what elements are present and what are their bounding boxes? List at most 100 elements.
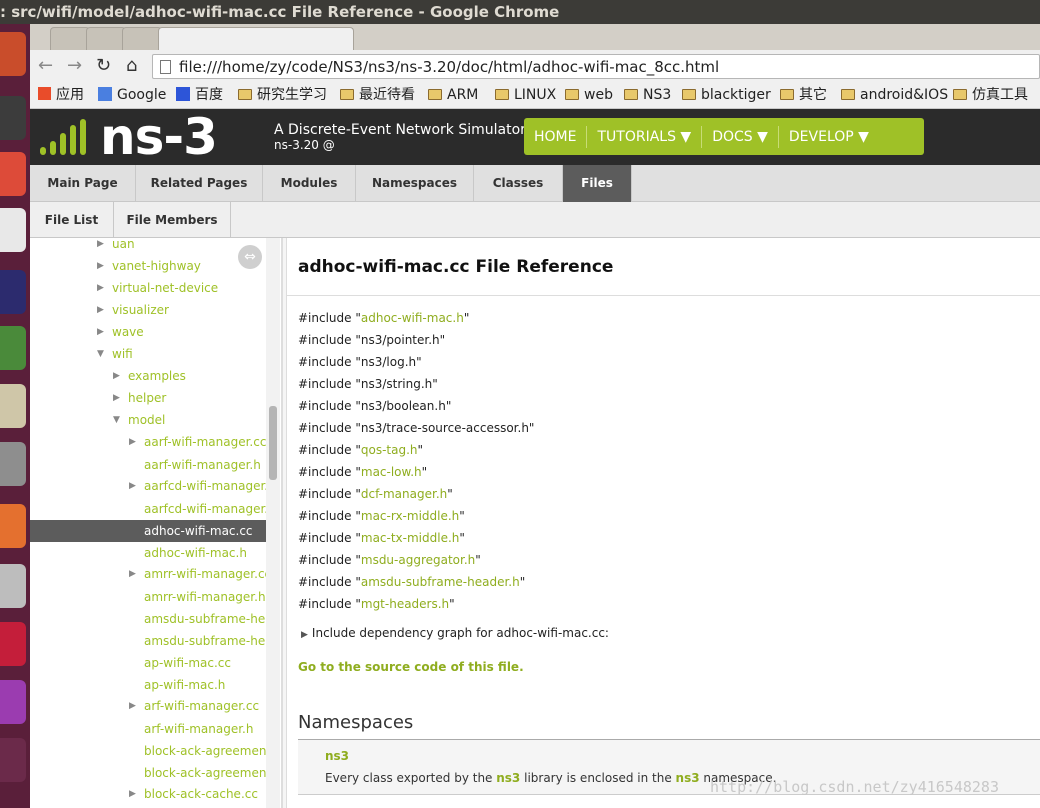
tree-item[interactable]: ▶aarfcd-wifi-manager.cc <box>30 475 266 497</box>
app-icon[interactable] <box>0 680 26 724</box>
tree-item-selected[interactable]: adhoc-wifi-mac.cc <box>30 520 266 542</box>
folder-icon <box>780 89 794 100</box>
include-link[interactable]: msdu-aggregator.h <box>361 553 475 567</box>
document-icon[interactable] <box>0 208 26 252</box>
tab-namespaces[interactable]: Namespaces <box>356 165 474 202</box>
tree-item[interactable]: ▶ arf-wifi-manager.cc <box>30 695 266 717</box>
include-line: #include "mac-rx-middle.h" <box>298 509 465 523</box>
tree-item[interactable]: aarf-wifi-manager.h <box>30 454 266 476</box>
tab-main-page[interactable]: Main Page <box>30 165 136 202</box>
dependency-graph-toggle[interactable]: ▶ Include dependency graph for adhoc-wifi… <box>301 626 609 640</box>
include-line: #include "qos-tag.h" <box>298 443 424 457</box>
wine-icon[interactable] <box>0 622 26 666</box>
tree-item[interactable]: block-ack-agreement.cc <box>30 740 266 762</box>
include-link[interactable]: amsdu-subframe-header.h <box>361 575 520 589</box>
tree-item[interactable]: amsdu-subframe-header.h <box>30 630 266 652</box>
tab-related-pages[interactable]: Related Pages <box>136 165 263 202</box>
menu-home[interactable]: HOME <box>524 125 588 148</box>
tab-file-list[interactable]: File List <box>30 202 114 238</box>
tree-item[interactable]: ▶ helper <box>30 387 266 409</box>
text-editor-icon[interactable] <box>0 384 26 428</box>
file-manager-icon[interactable] <box>0 442 26 486</box>
tree-item[interactable]: aarfcd-wifi-manager.h <box>30 498 266 520</box>
namespace-link[interactable]: ns3 <box>496 771 520 785</box>
bookmark-baidu[interactable]: 百度 <box>176 86 223 104</box>
tree-item[interactable]: amrr-wifi-manager.h <box>30 586 266 608</box>
bookmark-google[interactable]: Google <box>98 86 166 104</box>
bookmark-folder[interactable]: LINUX <box>495 86 556 104</box>
menu-tutorials[interactable]: TUTORIALS ▼ <box>587 125 703 148</box>
tree-item[interactable]: ▶ vanet-highway <box>30 255 266 277</box>
menu-docs[interactable]: DOCS ▼ <box>702 125 779 148</box>
chrome-icon[interactable] <box>0 152 26 196</box>
namespace-link[interactable]: ns3 <box>676 771 700 785</box>
tree-item[interactable]: ▶ virtual-net-device <box>30 277 266 299</box>
tree-item[interactable]: block-ack-agreement.h <box>30 762 266 784</box>
back-icon[interactable]: ← <box>38 55 53 77</box>
tab-ns3-active[interactable] <box>158 27 354 50</box>
menu-develop[interactable]: DEVELOP ▼ <box>779 126 879 148</box>
tab-weibo[interactable] <box>122 27 162 50</box>
bookmark-folder[interactable]: 仿真工具 <box>953 86 1028 104</box>
tree-item[interactable]: ▼ wifi <box>30 343 266 365</box>
tab-files[interactable]: Files <box>563 165 632 202</box>
tab-2[interactable] <box>86 27 126 50</box>
sync-icon[interactable]: ⇔ <box>238 245 262 269</box>
bookmark-folder[interactable]: blacktiger <box>682 86 771 104</box>
include-link[interactable]: mgt-headers.h <box>361 597 449 611</box>
scrollbar-thumb[interactable] <box>269 406 277 480</box>
tree-item[interactable]: ▶ examples <box>30 365 266 387</box>
software-center-icon[interactable] <box>0 504 26 548</box>
eclipse-icon[interactable] <box>0 270 26 314</box>
tree-item[interactable]: ▼ model <box>30 409 266 431</box>
bookmark-folder[interactable]: android&IOS <box>841 86 948 104</box>
tab-file-members[interactable]: File Members <box>114 202 231 238</box>
site-logo[interactable]: ns-3 <box>100 109 218 165</box>
bookmark-folder[interactable]: 研究生学习 <box>238 86 327 104</box>
include-link[interactable]: adhoc-wifi-mac.h <box>361 311 464 325</box>
include-link[interactable]: dcf-manager.h <box>361 487 447 501</box>
tree-item[interactable]: ▶ visualizer <box>30 299 266 321</box>
bookmark-folder[interactable]: NS3 <box>624 86 671 104</box>
tree-item[interactable]: ▶ amrr-wifi-manager.cc <box>30 563 266 585</box>
namespace-link[interactable]: ns3 <box>325 749 349 763</box>
tab-modules[interactable]: Modules <box>263 165 356 202</box>
nav-tree-scrollbar[interactable] <box>266 238 280 808</box>
include-line: #include "ns3/log.h" <box>298 355 422 369</box>
tree-item[interactable]: ap-wifi-mac.cc <box>30 652 266 674</box>
monitor-icon[interactable] <box>0 96 26 140</box>
include-link[interactable]: mac-low.h <box>361 465 422 479</box>
tree-item[interactable]: ▶ aarf-wifi-manager.cc <box>30 431 266 453</box>
include-link[interactable]: mac-rx-middle.h <box>361 509 459 523</box>
tree-item[interactable]: arf-wifi-manager.h <box>30 718 266 740</box>
tab-classes[interactable]: Classes <box>474 165 563 202</box>
include-link[interactable]: mac-tx-middle.h <box>361 531 460 545</box>
forward-icon[interactable]: → <box>67 55 82 77</box>
tab-audio[interactable] <box>50 27 90 50</box>
bookmark-folder[interactable]: web <box>565 86 613 104</box>
bookmark-folder[interactable]: 其它 <box>780 86 827 104</box>
ubuntu-icon[interactable] <box>0 32 26 76</box>
bookmark-apps[interactable]: 应用 <box>38 86 84 104</box>
sub-tabs: File List File Members <box>30 202 1040 238</box>
folder-icon <box>340 89 354 100</box>
source-code-link[interactable]: Go to the source code of this file. <box>298 660 524 674</box>
tree-item[interactable]: adhoc-wifi-mac.h <box>30 542 266 564</box>
folder-icon <box>428 89 442 100</box>
bookmark-folder[interactable]: 最近待看 <box>340 86 415 104</box>
reload-icon[interactable]: ↻ <box>96 55 111 77</box>
trash-icon[interactable] <box>0 738 26 782</box>
camera-icon[interactable] <box>0 564 26 608</box>
tree-item[interactable]: ap-wifi-mac.h <box>30 674 266 696</box>
address-bar[interactable]: file:///home/zy/code/NS3/ns3/ns-3.20/doc… <box>152 54 1040 79</box>
tree-item[interactable]: amsdu-subframe-header.cc <box>30 608 266 630</box>
tree-item[interactable]: ▶ wave <box>30 321 266 343</box>
tree-item[interactable]: ▶ block-ack-cache.cc <box>30 783 266 805</box>
tree-item[interactable]: ▶ uan <box>30 238 266 255</box>
main-tabs: Main Page Related Pages Modules Namespac… <box>30 165 1040 202</box>
bookmark-folder[interactable]: ARM <box>428 86 478 104</box>
vim-icon[interactable] <box>0 326 26 370</box>
home-icon[interactable]: ⌂ <box>126 55 137 77</box>
expand-arrow-icon[interactable]: ▶ <box>301 630 308 640</box>
include-link[interactable]: qos-tag.h <box>361 443 418 457</box>
